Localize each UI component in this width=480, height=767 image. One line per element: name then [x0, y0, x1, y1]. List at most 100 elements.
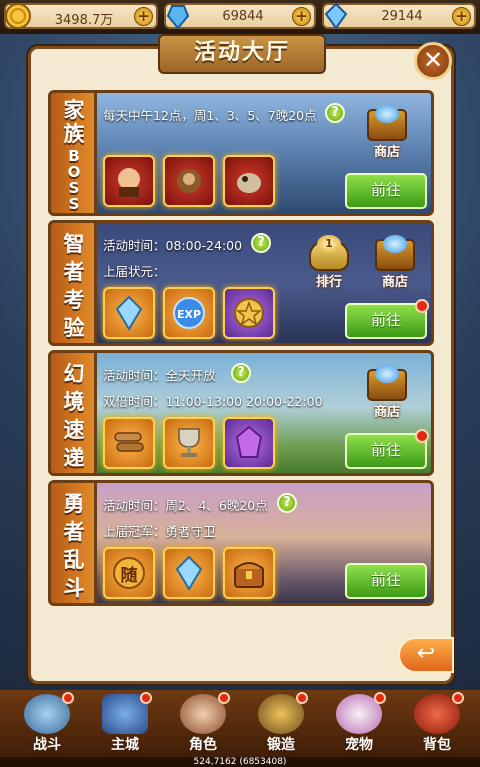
title-char: 乱	[63, 548, 85, 572]
svg-text:EXP: EXP	[177, 308, 201, 321]
title-char: 勇	[63, 492, 85, 516]
reward-slot[interactable]	[223, 287, 275, 339]
gold-value: 3498.7万	[54, 13, 114, 28]
schedule-text: 活动时间：全天开放	[103, 368, 216, 383]
ranking-badge[interactable]: 1 排行	[305, 235, 353, 293]
activity-card-family-boss: 家 族 B O S S 每天中午12点，周1、3、5、7晚20点 ? 商店 前往	[48, 90, 434, 216]
title-char: 斗	[63, 576, 85, 600]
crystal-value: 69844	[222, 9, 264, 24]
reward-slot[interactable]	[103, 155, 155, 207]
double-time-text: 双倍时间：11:00-13:00 20:00-22:00	[103, 394, 323, 409]
gem-icon	[383, 235, 407, 253]
purple-gem-icon	[235, 425, 263, 458]
last-champion-text: 上届状元：	[103, 264, 166, 279]
bottom-nav: 战斗 主城 角色 锻造 宠物 背包	[0, 690, 480, 767]
nav-pet[interactable]: 宠物	[326, 690, 392, 754]
ranking-label: 排行	[315, 275, 342, 290]
reward-slot[interactable]	[103, 287, 155, 339]
title-char: 速	[63, 418, 85, 442]
coordinate-readout: 524,7162 (6853408)	[0, 757, 480, 767]
activity-title-vertical: 幻 境 速 递	[51, 353, 97, 473]
treasure-chest-icon	[234, 562, 264, 588]
rank-number: 1	[317, 235, 341, 253]
activity-card-dream-express: 幻 境 速 递 活动时间：全天开放 ? 双倍时间：11:00-13:00 20:…	[48, 350, 434, 476]
notification-dot	[62, 692, 74, 704]
reward-slot[interactable]: 随	[103, 547, 155, 599]
reward-slot[interactable]	[163, 155, 215, 207]
activity-title-vertical: 家 族 B O S S	[51, 93, 97, 213]
nav-label: 主城	[111, 737, 139, 753]
schedule-text: 活动时间：周2、4、6晚20点	[103, 498, 268, 513]
reward-slot[interactable]	[163, 547, 215, 599]
gold-coin-icon	[5, 3, 31, 29]
nav-label: 战斗	[33, 737, 61, 753]
title-char: 考	[63, 288, 85, 312]
crystal-add-button[interactable]: +	[292, 7, 311, 26]
activity-title-vertical: 智 者 考 验	[51, 223, 97, 343]
trophy-cup-icon	[178, 428, 200, 457]
nav-battle[interactable]: 战斗	[14, 690, 80, 754]
back-button[interactable]: ↩	[398, 637, 454, 673]
title-char: 者	[63, 520, 85, 544]
last-champion-text: 上届冠军：勇者守卫	[103, 524, 216, 539]
diamond-add-button[interactable]: +	[452, 7, 471, 26]
gem-icon	[375, 365, 399, 383]
gold-add-button[interactable]: +	[134, 7, 153, 26]
gem-icon	[375, 105, 399, 123]
help-icon[interactable]: ?	[325, 103, 345, 123]
star-seal-icon	[234, 298, 264, 328]
reward-slot[interactable]	[163, 417, 215, 469]
diamond-icon	[324, 2, 348, 30]
gold-counter: 3498.7万 +	[4, 3, 158, 29]
currency-bar: 3498.7万 + 69844 + 29144 +	[0, 0, 480, 34]
go-button-family-boss[interactable]: 前往	[345, 173, 427, 209]
reward-slot[interactable]	[223, 547, 275, 599]
crystal-counter: 69844 +	[164, 3, 316, 30]
activity-title-vertical: 勇 者 乱 斗	[51, 483, 97, 603]
close-button[interactable]: ✕	[414, 42, 452, 80]
blue-crystal-icon	[166, 5, 190, 30]
reward-slot[interactable]: EXP	[163, 287, 215, 339]
nav-backpack[interactable]: 背包	[404, 690, 470, 754]
notification-dot	[140, 692, 152, 704]
notification-dot	[452, 692, 464, 704]
exp-orb-icon: EXP	[173, 297, 205, 329]
title-char: 验	[63, 316, 85, 340]
help-icon[interactable]: ?	[277, 493, 297, 513]
title-char: 者	[63, 260, 85, 284]
notification-dot	[218, 692, 230, 704]
crystal-icon	[175, 555, 203, 591]
shop-chest[interactable]: 商店	[371, 235, 419, 293]
title-char: 递	[63, 446, 85, 470]
nav-label: 锻造	[267, 737, 295, 753]
reward-slot[interactable]	[223, 155, 275, 207]
boss-portrait-icon	[177, 169, 201, 193]
activity-card-brave-brawl: 勇 者 乱 斗 活动时间：周2、4、6晚20点 ? 上届冠军：勇者守卫 随 前往	[48, 480, 434, 606]
activity-card-sage-trial: 智 者 考 验 活动时间：08:00-24:00 ? 上届状元： EXP 1 排…	[48, 220, 434, 346]
shop-chest[interactable]: 商店	[363, 365, 411, 423]
shop-label: 商店	[373, 145, 400, 160]
help-icon[interactable]: ?	[231, 363, 251, 383]
notification-dot	[374, 692, 386, 704]
nav-forge[interactable]: 锻造	[248, 690, 314, 754]
go-button-brave-brawl[interactable]: 前往	[345, 563, 427, 599]
shop-label: 商店	[373, 405, 400, 420]
panel-title: 活动大厅	[158, 34, 326, 74]
notification-dot	[415, 299, 429, 313]
help-icon[interactable]: ?	[251, 233, 271, 253]
notification-dot	[296, 692, 308, 704]
diamond-counter: 29144 +	[322, 2, 476, 30]
title-char: 智	[63, 232, 85, 256]
shop-chest[interactable]: 商店	[363, 105, 411, 163]
crystal-icon	[115, 295, 143, 331]
boss-portrait-icon	[118, 168, 140, 197]
title-char: 家	[63, 98, 85, 122]
boss-portrait-icon	[237, 173, 261, 193]
title-char: 族	[63, 122, 85, 146]
nav-label: 背包	[423, 737, 451, 753]
nav-main-city[interactable]: 主城	[92, 690, 158, 754]
nav-character[interactable]: 角色	[170, 690, 236, 754]
random-token-char: 随	[120, 566, 138, 586]
reward-slot[interactable]	[223, 417, 275, 469]
reward-slot[interactable]	[103, 417, 155, 469]
